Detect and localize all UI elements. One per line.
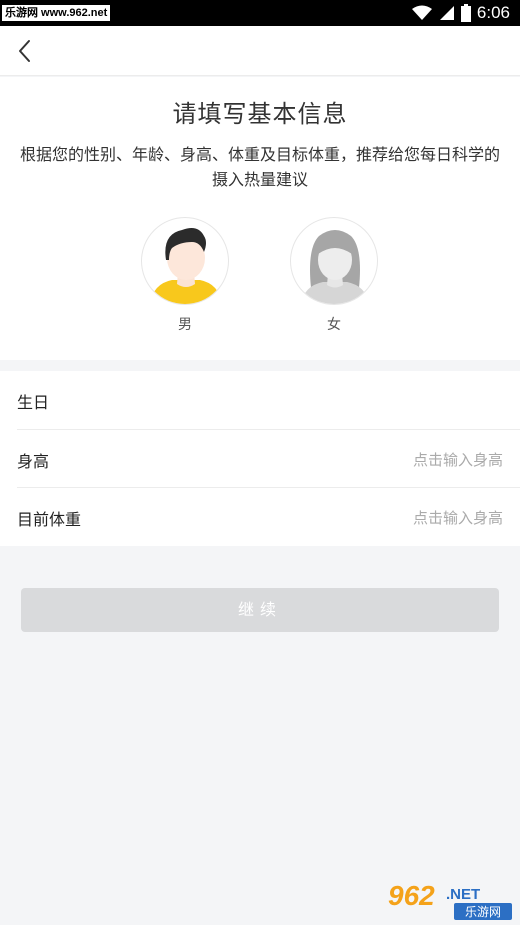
female-avatar[interactable]: [290, 217, 378, 305]
wifi-icon: [411, 5, 432, 20]
birthday-label: 生日: [17, 393, 50, 412]
battery-icon: [460, 4, 471, 22]
male-avatar[interactable]: [141, 217, 229, 305]
signal-icon: [439, 6, 454, 20]
back-button[interactable]: [14, 38, 40, 64]
watermark-label: 乐游网 www.962.net: [2, 5, 111, 21]
current-weight-label: 目前体重: [17, 510, 82, 529]
basic-info-panel: 请填写基本信息 根据您的性别、年龄、身高、体重及目标体重，推荐给您每日科学的摄入…: [0, 77, 520, 360]
female-avatar-icon: [301, 230, 369, 304]
gender-option-female[interactable]: 女: [289, 217, 379, 334]
watermark-suffix: .NET: [446, 886, 480, 903]
continue-button[interactable]: 继续: [21, 588, 499, 632]
watermark-number: 962: [388, 880, 435, 911]
info-form: 生日 身高 点击输入身高 目前体重 点击输入身高: [0, 371, 520, 546]
status-bar: 乐游网 www.962.net 6:06: [0, 0, 520, 26]
female-label: 女: [327, 317, 341, 333]
current-weight-placeholder: 点击输入身高: [412, 509, 503, 527]
watermark-name: 乐游网: [465, 905, 501, 919]
male-label: 男: [178, 317, 192, 333]
page-subtitle: 根据您的性别、年龄、身高、体重及目标体重，推荐给您每日科学的摄入热量建议: [20, 145, 501, 189]
top-nav-bar: [0, 26, 520, 76]
clock: 6:06: [476, 3, 510, 22]
page-title: 请填写基本信息: [172, 100, 348, 128]
male-avatar-icon: [150, 228, 222, 304]
height-label: 身高: [17, 451, 50, 471]
current-weight-row[interactable]: 目前体重 点击输入身高: [17, 488, 520, 547]
site-watermark-logo: 962 .NET 乐游网: [388, 880, 512, 920]
status-icons: 6:06: [411, 3, 510, 23]
gender-option-male[interactable]: 男: [140, 217, 230, 334]
birthday-row[interactable]: 生日: [17, 371, 520, 430]
height-placeholder: 点击输入身高: [412, 450, 503, 469]
height-row[interactable]: 身高 点击输入身高: [17, 430, 520, 488]
chevron-left-icon: [19, 40, 30, 62]
